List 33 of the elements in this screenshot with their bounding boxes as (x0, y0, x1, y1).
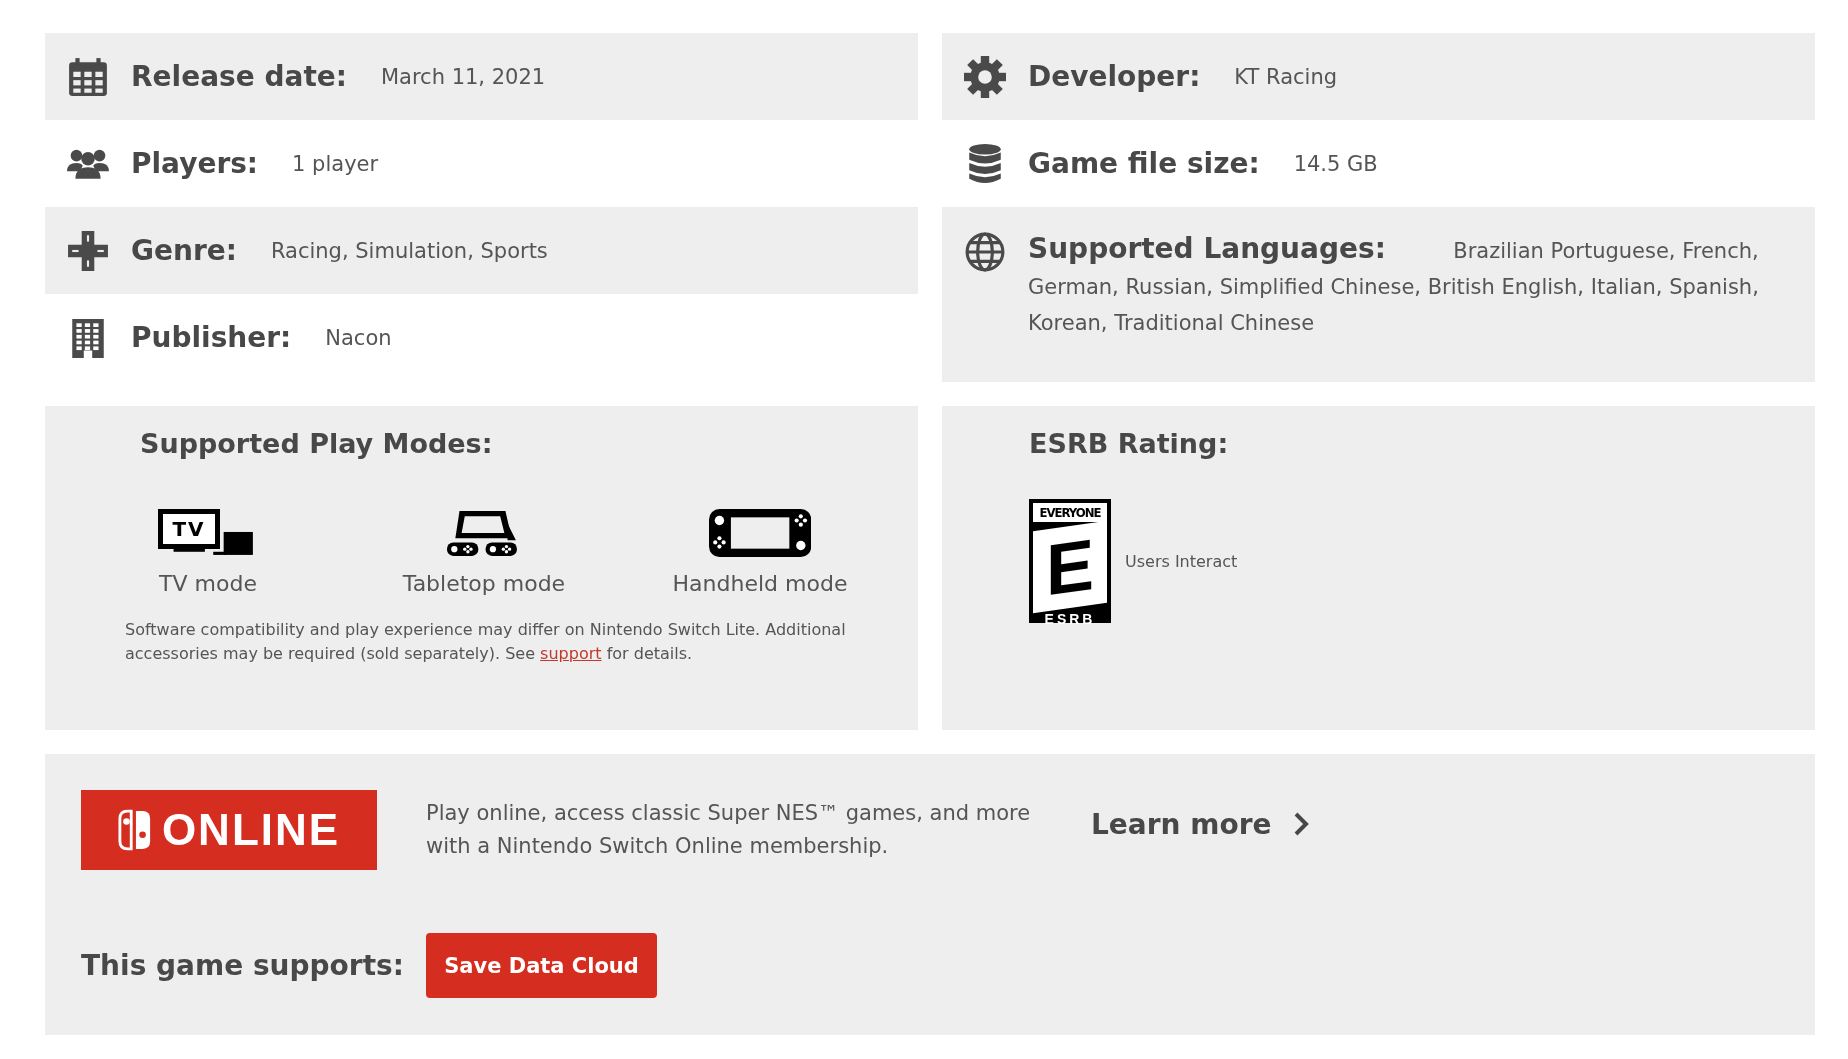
detail-value: March 11, 2021 (380, 64, 546, 89)
support-link[interactable]: support (540, 644, 602, 663)
esrb-rating-badge: EVERYONE E ESRB (1029, 499, 1111, 623)
mode-label: TV mode (159, 571, 257, 596)
detail-label: Publisher: (131, 321, 292, 354)
mode-label: Tabletop mode (402, 571, 566, 596)
calendar-icon (67, 55, 109, 98)
detail-label: Genre: (131, 234, 237, 267)
languages-text: Supported Languages: Brazilian Portuguese, French, German, Russian, Simplified Chinese, British English, Italian, Spanish, Korean, Traditional Chinese (1028, 231, 1760, 337)
dpad-icon (67, 229, 109, 272)
globe-icon (964, 231, 1006, 273)
detail-value: Racing, Simulation, Sports (270, 238, 548, 263)
save-data-cloud-button[interactable]: Save Data Cloud (426, 933, 657, 998)
gear-icon (964, 55, 1006, 98)
detail-value: KT Racing (1234, 64, 1338, 89)
chevron-right-icon[interactable] (1293, 811, 1310, 837)
mode-label: Handheld mode (672, 571, 848, 596)
detail-value: 14.5 GB (1293, 151, 1378, 176)
handheld-mode-icon (708, 509, 812, 557)
online-description: Play online, access classic Super NES™ games, and more with a Nintendo Switch Online membership. (426, 800, 1032, 860)
detail-label: Players: (131, 147, 259, 180)
section-heading: Supported Play Modes: (140, 428, 494, 459)
learn-more-link[interactable]: Learn more (1091, 807, 1310, 841)
online-logo: ONLINE (81, 790, 377, 870)
detail-value: Nacon (325, 325, 392, 350)
detail-value: 1 player (292, 151, 379, 176)
detail-label: Game file size: (1028, 147, 1260, 180)
supports-label: This game supports: (81, 949, 405, 982)
compatibility-note: Software compatibility and play experience may differ on Nintendo Switch Lite. Additional accessories may be required (sold separately). See support for details. (125, 619, 847, 665)
detail-label: Release date: (131, 60, 347, 93)
esrb-descriptor: Users Interact (1125, 551, 1238, 571)
section-heading: ESRB Rating: (1029, 428, 1230, 459)
detail-label: Developer: (1028, 60, 1201, 93)
